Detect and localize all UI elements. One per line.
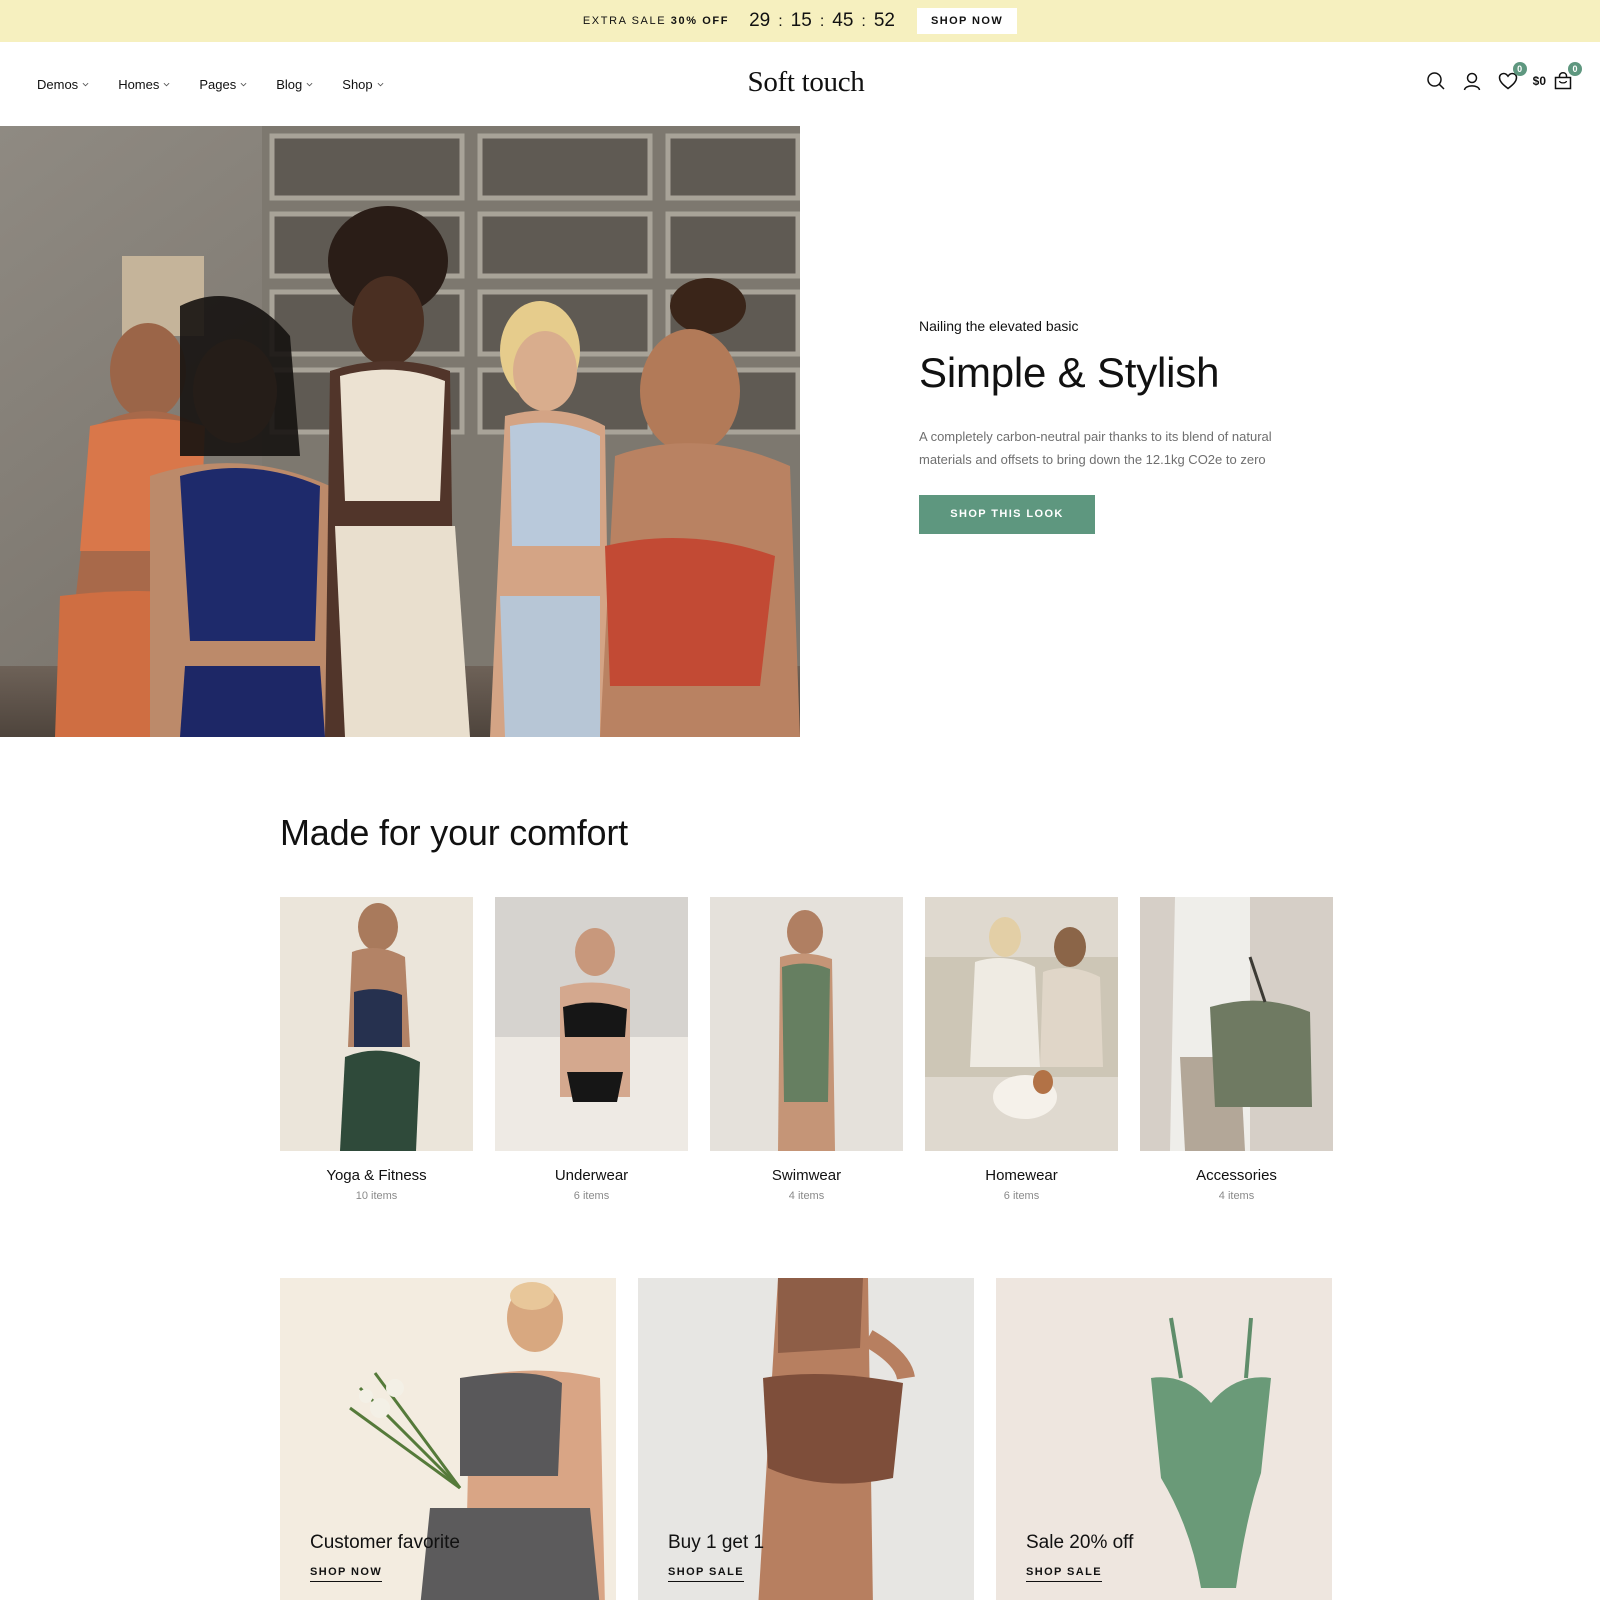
wishlist-button[interactable]: 0 [1497, 62, 1527, 92]
category-yoga-fitness[interactable]: Yoga & Fitness 10 items [280, 897, 473, 1202]
hero-description: A completely carbon-neutral pair thanks … [919, 429, 1272, 467]
hero-kicker: Nailing the elevated basic [919, 318, 1079, 334]
card-shop-now-link[interactable]: SHOP NOW [310, 1566, 383, 1582]
card-title: Sale 20% off [1026, 1532, 1134, 1553]
hero-image [0, 126, 800, 737]
category-swimwear[interactable]: Swimwear 4 items [710, 897, 903, 1202]
category-count: 6 items [1003, 1190, 1040, 1202]
promo-card-customer-favorite[interactable]: Customer favorite SHOP NOW [280, 1278, 616, 1600]
card-shop-sale-link[interactable]: SHOP SALE [668, 1566, 744, 1582]
card-title: Customer favorite [310, 1532, 460, 1553]
category-image [710, 897, 903, 1151]
category-count: 4 items [788, 1190, 825, 1202]
search-button[interactable] [1425, 70, 1447, 92]
countdown-minutes: 45 [832, 10, 854, 31]
countdown-days: 29 [749, 10, 771, 31]
category-underwear[interactable]: Underwear 6 items [495, 897, 688, 1202]
card-shop-sale-link[interactable]: SHOP SALE [1026, 1566, 1102, 1582]
category-image [280, 897, 473, 1151]
promo-card-sale-20-off[interactable]: Sale 20% off SHOP SALE [996, 1278, 1332, 1600]
hero-content: Nailing the elevated basic Simple & Styl… [919, 318, 1339, 534]
countdown-timer: 29: 15: 45: 52 [749, 10, 895, 31]
countdown-hours: 15 [790, 10, 812, 31]
category-homewear[interactable]: Homewear 6 items [925, 897, 1118, 1202]
category-count: 4 items [1218, 1190, 1255, 1202]
hero-photo [0, 126, 800, 737]
shop-this-look-button[interactable]: SHOP THIS LOOK [919, 495, 1095, 534]
user-icon [1463, 72, 1480, 91]
category-image [495, 897, 688, 1151]
account-button[interactable] [1461, 70, 1483, 92]
hero-title: Simple & Stylish [919, 349, 1220, 396]
promo-card-buy-1-get-1[interactable]: Buy 1 get 1 SHOP SALE [638, 1278, 974, 1600]
category-count: 10 items [355, 1190, 398, 1202]
category-name: Swimwear [771, 1167, 842, 1184]
category-name: Underwear [554, 1167, 629, 1184]
promo-text: EXTRA SALE 30% OFF [582, 15, 730, 27]
category-name: Homewear [985, 1167, 1058, 1184]
site-logo[interactable]: Soft touch [0, 66, 1600, 99]
promo-cards: Customer favorite SHOP NOW Buy 1 get 1 S… [280, 1278, 1332, 1600]
category-count: 6 items [573, 1190, 610, 1202]
search-icon [1426, 72, 1445, 90]
site-header: Demos Homes Pages Blog Shop Soft touch 0… [0, 42, 1600, 126]
category-name: Accessories [1196, 1167, 1277, 1184]
wishlist-count-badge: 0 [1512, 62, 1527, 76]
category-list: Yoga & Fitness 10 items Underwear 6 item… [280, 897, 1333, 1202]
promo-highlight: 30% OFF [670, 15, 730, 27]
header-icons: 0 $0 0 [1425, 62, 1582, 92]
card-title: Buy 1 get 1 [668, 1532, 765, 1553]
promo-shop-now-button[interactable]: SHOP NOW [917, 8, 1018, 34]
cart-button[interactable]: 0 [1552, 62, 1582, 92]
section-title: Made for your comfort [280, 812, 628, 853]
countdown-seconds: 52 [873, 10, 895, 31]
cart-total[interactable]: $0 [1533, 74, 1546, 88]
category-image [925, 897, 1118, 1151]
category-image [1140, 897, 1333, 1151]
category-accessories[interactable]: Accessories 4 items [1140, 897, 1333, 1202]
promo-bar: EXTRA SALE 30% OFF 29: 15: 45: 52 SHOP N… [0, 0, 1600, 42]
cart-count-badge: 0 [1568, 62, 1582, 76]
category-name: Yoga & Fitness [326, 1167, 427, 1184]
